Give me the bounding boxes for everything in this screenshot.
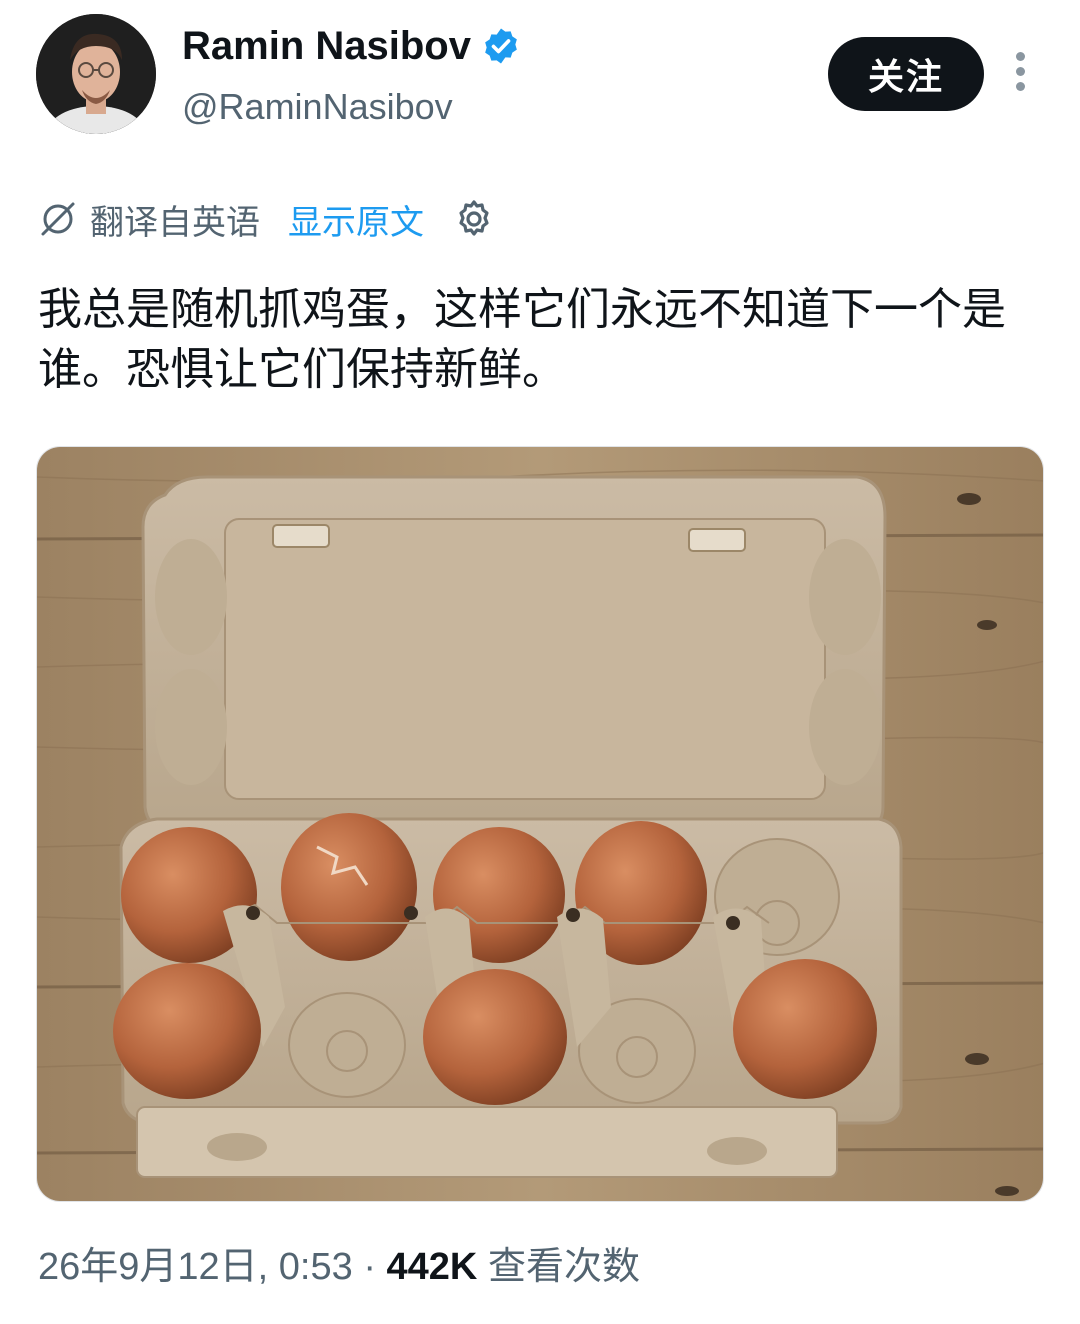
tweet-meta: 26年9月12日, 0:53 · 442K 查看次数 (38, 1242, 640, 1292)
follow-button[interactable]: 关注 (828, 37, 984, 111)
avatar[interactable] (36, 14, 156, 134)
author-handle[interactable]: @RaminNasibov (182, 84, 453, 130)
timestamp[interactable]: 26年9月12日, 0:53 (38, 1246, 353, 1288)
view-count-label: 查看次数 (487, 1246, 640, 1288)
tweet-header: Ramin Nasibov @RaminNasibov 关注 (0, 0, 1080, 150)
author-name-row[interactable]: Ramin Nasibov (182, 22, 521, 70)
translation-bar: 翻译自英语 显示原文 (38, 192, 496, 246)
meta-separator: · (363, 1246, 376, 1288)
egg-carton-photo (37, 447, 1043, 1201)
show-original-link[interactable]: 显示原文 (288, 195, 424, 244)
view-count: 442K (386, 1246, 478, 1288)
tweet-photo[interactable] (36, 446, 1044, 1202)
tweet-text: 我总是随机抓鸡蛋，这样它们永远不知道下一个是谁。恐惧让它们保持新鲜。 (38, 284, 1006, 395)
author-name[interactable]: Ramin Nasibov (182, 22, 471, 70)
gear-icon[interactable] (452, 197, 496, 241)
translate-icon (41, 202, 75, 236)
translated-from-label: 翻译自英语 (90, 202, 260, 243)
verified-badge-icon (485, 28, 517, 64)
more-vertical-icon[interactable] (1010, 52, 1030, 96)
